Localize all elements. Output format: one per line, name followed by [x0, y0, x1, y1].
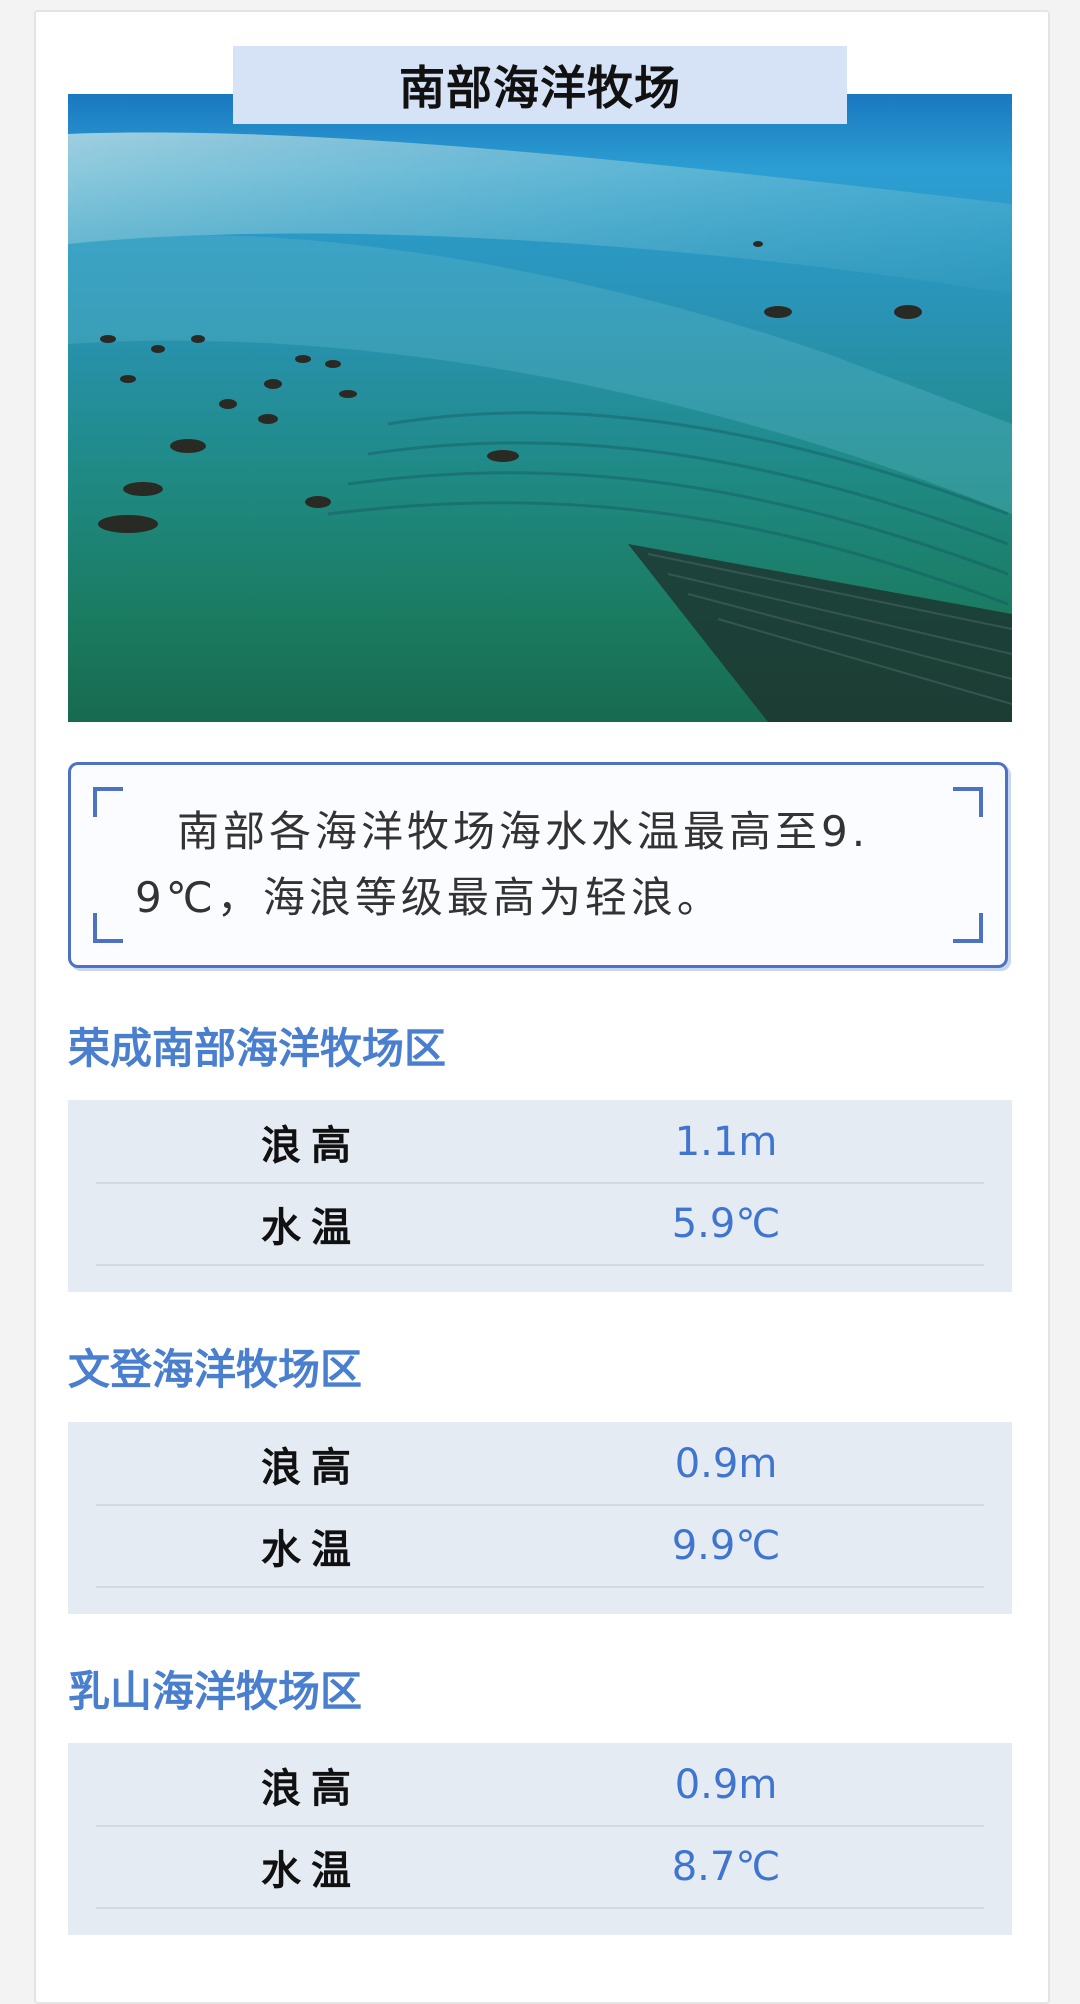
- table-row: 水温 8.7℃: [96, 1827, 984, 1909]
- wave-height-label: 浪高: [261, 1445, 361, 1491]
- zone-table: 浪高 0.9m 水温 8.7℃: [68, 1743, 1012, 1935]
- water-temp-label: 水温: [261, 1527, 361, 1573]
- summary-text: 南部各海洋牧场海水水温最高至9.9℃，海浪等级最高为轻浪。: [135, 807, 870, 922]
- summary-box: 南部各海洋牧场海水水温最高至9.9℃，海浪等级最高为轻浪。: [68, 762, 1008, 968]
- wave-height-label: 浪高: [261, 1123, 361, 1169]
- corner-bracket-icon: [93, 913, 123, 943]
- water-temp-label: 水温: [261, 1848, 361, 1894]
- page-title: 南部海洋牧场: [233, 46, 847, 124]
- zone-table: 浪高 0.9m 水温 9.9℃: [68, 1422, 1012, 1614]
- table-row: 浪高 0.9m: [96, 1424, 984, 1506]
- table-row: 水温 5.9℃: [96, 1184, 984, 1266]
- zone-title: 荣成南部海洋牧场区: [68, 1024, 447, 1073]
- corner-bracket-icon: [93, 787, 123, 817]
- zone-title: 文登海洋牧场区: [68, 1345, 363, 1394]
- table-row: 水温 9.9℃: [96, 1506, 984, 1588]
- table-row: 浪高 0.9m: [96, 1745, 984, 1827]
- table-row: 浪高 1.1m: [96, 1102, 984, 1184]
- corner-bracket-icon: [953, 913, 983, 943]
- wave-height-value: 0.9m: [674, 1441, 778, 1487]
- wave-height-value: 1.1m: [674, 1119, 778, 1165]
- corner-bracket-icon: [953, 787, 983, 817]
- wave-height-label: 浪高: [261, 1766, 361, 1812]
- wave-height-value: 0.9m: [674, 1762, 778, 1808]
- zone-title: 乳山海洋牧场区: [68, 1667, 363, 1716]
- sea-ranch-photo: [68, 94, 1012, 722]
- water-temp-value: 8.7℃: [671, 1844, 781, 1890]
- zone-table: 浪高 1.1m 水温 5.9℃: [68, 1100, 1012, 1292]
- water-temp-label: 水温: [261, 1205, 361, 1251]
- water-temp-value: 5.9℃: [671, 1201, 781, 1247]
- water-temp-value: 9.9℃: [671, 1523, 781, 1569]
